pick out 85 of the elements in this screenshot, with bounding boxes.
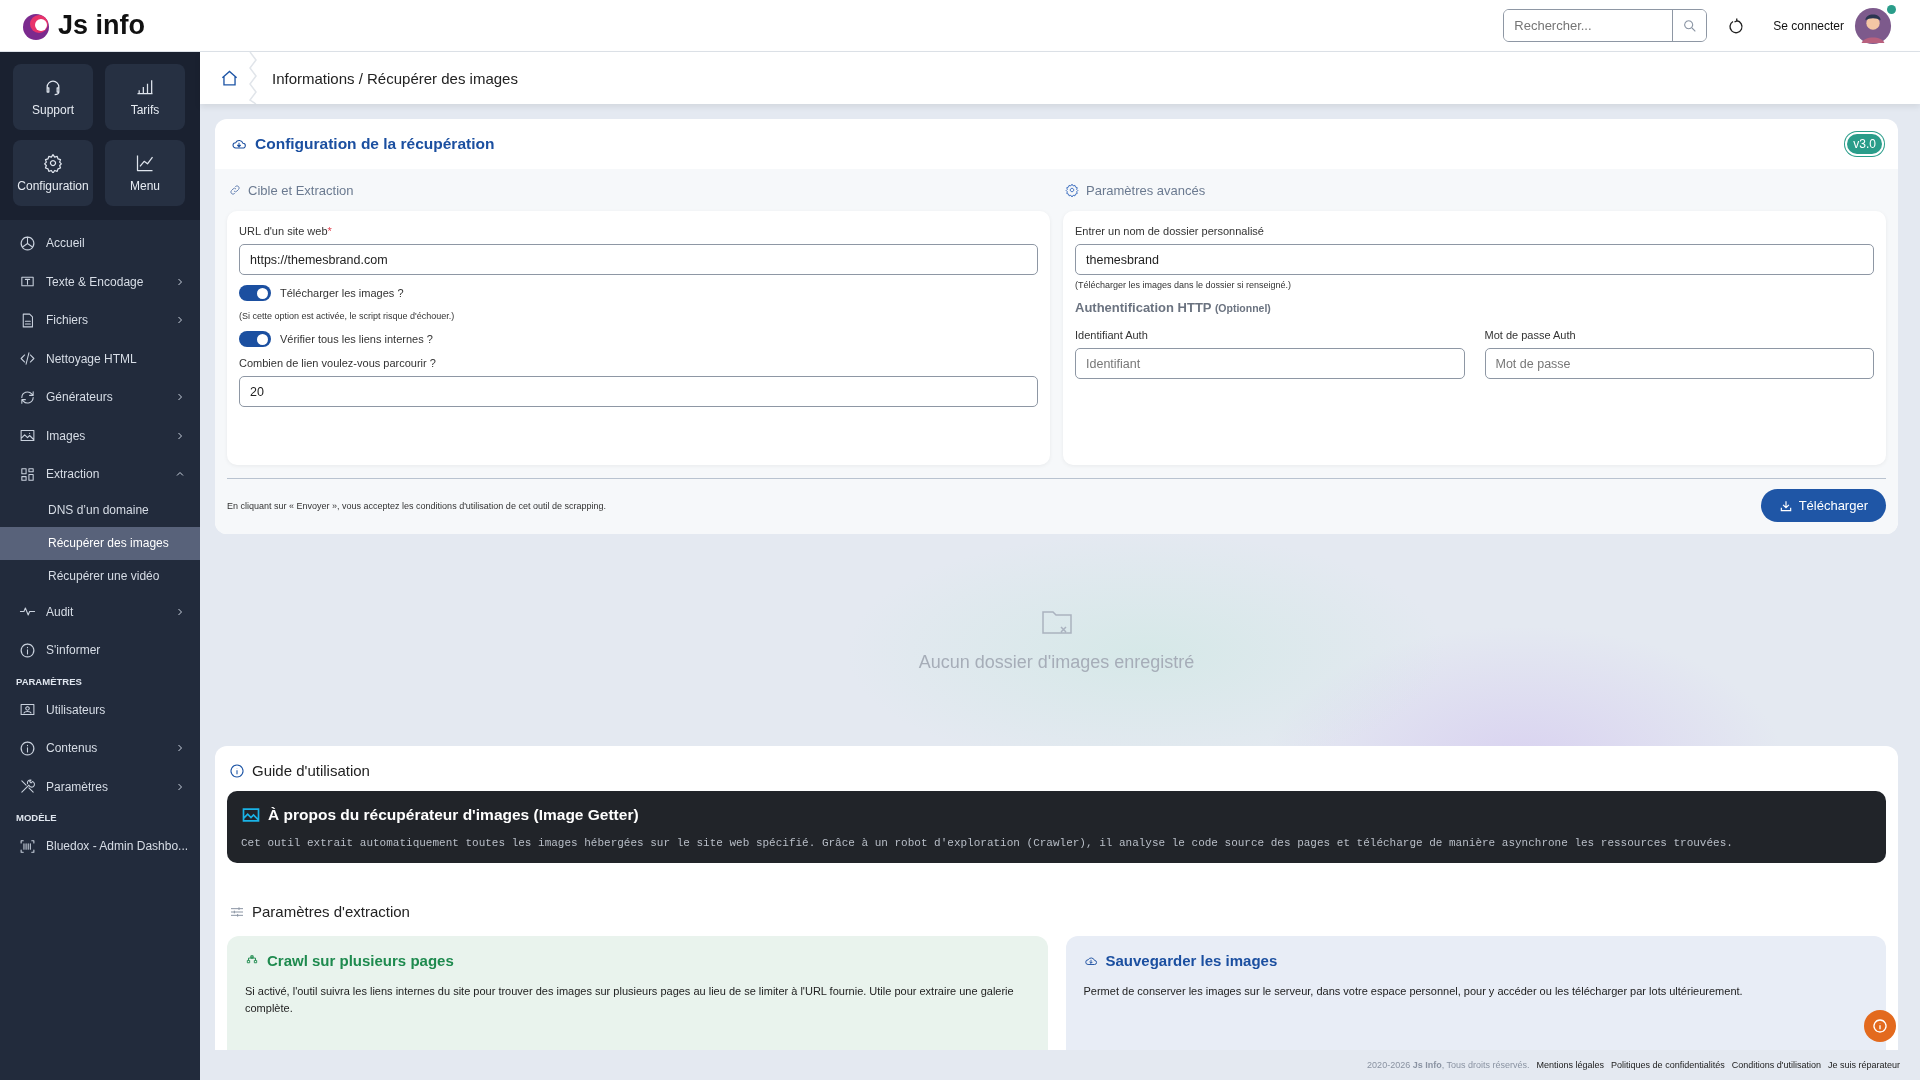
- field-label: URL d'un site web*: [239, 225, 333, 237]
- section-heading: Paramètres d'extraction: [252, 903, 410, 920]
- footer-link[interactable]: Conditions d'utilisation: [1731, 1060, 1821, 1070]
- refresh-icon[interactable]: [1727, 16, 1746, 35]
- nav-item[interactable]: Accueil: [0, 224, 200, 263]
- nav-section-heading: MODÈLE: [15, 811, 58, 825]
- download-icon: [1778, 498, 1793, 513]
- breadcrumb: Informations / Récupérer des images: [272, 69, 518, 87]
- tools-icon: [19, 778, 36, 796]
- input-field[interactable]: Identifiant: [1075, 348, 1465, 379]
- input-field[interactable]: themesbrand: [1075, 244, 1874, 275]
- section-heading: Cible et Extraction: [248, 182, 354, 198]
- gear-icon: [1065, 183, 1079, 197]
- footer-link[interactable]: Politiques de confidentialités: [1611, 1060, 1725, 1070]
- nav-item[interactable]: Texte & Encodage: [0, 262, 200, 301]
- line-chart-icon: [135, 153, 155, 173]
- toggle-label: Télécharger les images ?: [280, 287, 404, 299]
- input-field[interactable]: https://themesbrand.com: [239, 244, 1038, 275]
- nav-subitem[interactable]: DNS d’un domaine: [0, 493, 200, 527]
- logo-text[interactable]: Js info: [58, 10, 145, 41]
- guide-title: Guide d'utilisation: [252, 762, 370, 779]
- nav-item[interactable]: Bluedox - Admin Dashbo...: [0, 827, 200, 866]
- nav-subitem[interactable]: Récupérer une vidéo: [0, 559, 200, 593]
- card-title: Configuration de la récupération: [255, 135, 496, 153]
- feature-title: Sauvegarder les images: [1105, 952, 1278, 969]
- nav-item[interactable]: S'informer: [0, 631, 200, 670]
- login-link[interactable]: Se connecter: [1773, 18, 1844, 33]
- input-field[interactable]: Mot de passe: [1484, 348, 1874, 379]
- sidebar-tile[interactable]: Configuration: [13, 140, 93, 206]
- section-heading: Paramètres avancés: [1086, 182, 1206, 198]
- sidebar-tile[interactable]: Support: [13, 64, 93, 130]
- nav-item[interactable]: Extraction: [0, 455, 200, 494]
- about-title: À propos du récupérateur d'images (Image Getter): [268, 806, 639, 824]
- download-button[interactable]: Télécharger: [1760, 489, 1886, 522]
- nav-item[interactable]: Paramètres: [0, 767, 200, 806]
- nav-item[interactable]: Fichiers: [0, 301, 200, 340]
- pie-chart-icon: [19, 234, 36, 252]
- toggle-switch[interactable]: [239, 331, 271, 347]
- nav-item[interactable]: Générateurs: [0, 378, 200, 417]
- nav-item[interactable]: Nettoyage HTML: [0, 339, 200, 378]
- help-text: (Télécharger les images dans le dossier si renseigné.): [1075, 280, 1293, 290]
- info-icon: [1872, 1018, 1888, 1034]
- footer-link[interactable]: Je suis réparateur: [1827, 1060, 1900, 1070]
- version-badge: v3.0: [1847, 134, 1882, 154]
- footer-link[interactable]: Mentions légales: [1536, 1060, 1605, 1070]
- gear-icon: [43, 153, 63, 173]
- search-button[interactable]: [1672, 10, 1707, 41]
- copyright-text: 2020-2026 Js Info, Tous droits réservés.: [1367, 1060, 1530, 1070]
- nav-item[interactable]: Contenus: [0, 729, 200, 768]
- help-text: (Si cette option est activée, le script risque d'échouer.): [239, 311, 456, 321]
- info-icon: [229, 762, 245, 779]
- about-text: Cet outil extrait automatiquement toutes les images hébergées sur le site web spécifié. Grâce à un robot d'exploration (Crawler), il analyse le code source des pages et télécharge de manière asynchrone les ressources trouvées.: [241, 837, 1734, 849]
- refresh-icon: [19, 388, 36, 406]
- grid-icon: [19, 465, 36, 483]
- barcode-icon: [19, 837, 36, 855]
- field-label: Combien de lien voulez-vous parcourir ?: [239, 357, 437, 369]
- empty-message: Aucun dossier d'images enregistré: [918, 651, 1195, 673]
- field-label: Mot de passe Auth: [1484, 329, 1577, 341]
- sidebar-tile[interactable]: Tarifs: [105, 64, 185, 130]
- avatar[interactable]: [1854, 6, 1892, 45]
- bar-chart-icon: [135, 77, 155, 97]
- link-icon: [229, 184, 241, 196]
- image-icon: [241, 805, 261, 825]
- nav-item[interactable]: Images: [0, 416, 200, 455]
- feature-text: Permet de conserver les images sur le serveur, dans votre espace personnel, pour y accéder ou les télécharger par lots ultérieurement.: [1083, 984, 1744, 999]
- input-field[interactable]: 20: [239, 376, 1038, 407]
- feature-title: Crawl sur plusieurs pages: [267, 952, 454, 969]
- field-label: Entrer un nom de dossier personnalisé: [1075, 225, 1265, 237]
- info-icon: [19, 739, 36, 757]
- search-icon: [1681, 17, 1698, 34]
- code-icon: [19, 350, 36, 368]
- nav-section-heading: PARAMÈTRES: [15, 674, 83, 689]
- nav-subitem[interactable]: Récupérer des images: [0, 526, 200, 560]
- toggle-switch[interactable]: [239, 285, 271, 301]
- field-label: Identifiant Auth: [1075, 329, 1149, 341]
- nav-item[interactable]: Utilisateurs: [0, 690, 200, 729]
- auth-heading: Authentification HTTP (Optionnel): [1075, 300, 1272, 315]
- nav-item[interactable]: Audit: [0, 592, 200, 631]
- sidebar-tile[interactable]: Menu: [105, 140, 185, 206]
- toggle-label: Vérifier tous les liens internes ?: [280, 333, 433, 345]
- search-field[interactable]: Rechercher...: [1503, 9, 1708, 42]
- home-icon[interactable]: [220, 68, 239, 88]
- feature-text: Si activé, l'outil suivra les liens internes du site pour trouver des images sur plusieurs pages au lieu de se limiter à l'URL fournie. Utile pour extraire une galerie complète.: [245, 984, 1015, 1017]
- terms-text: En cliquant sur « Envoyer », vous acceptez les conditions d'utilisation de cet outil de scrapping.: [227, 500, 606, 511]
- info-icon: [19, 641, 36, 659]
